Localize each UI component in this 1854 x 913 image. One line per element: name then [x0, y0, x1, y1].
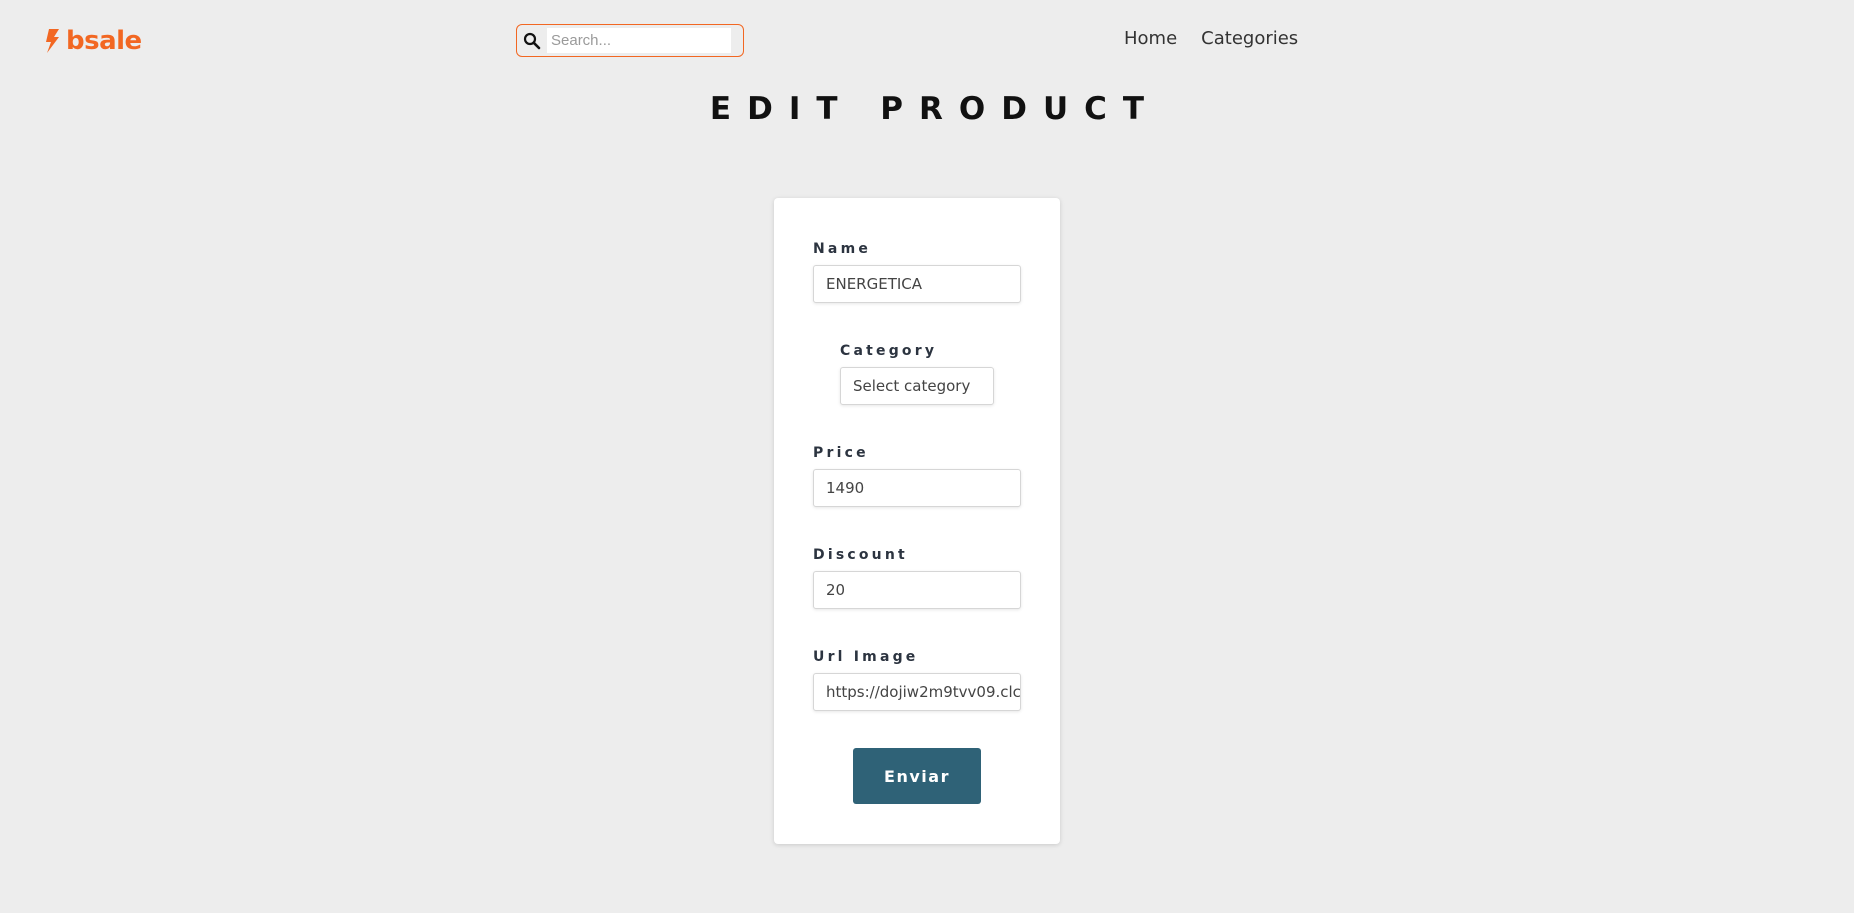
category-label: Category	[840, 343, 938, 359]
header: bsale Home Categories	[0, 0, 1854, 80]
search-icon[interactable]	[517, 25, 547, 56]
price-label: Price	[813, 445, 869, 461]
name-label: Name	[813, 241, 872, 257]
url-image-input[interactable]: https://dojiw2m9tvv09.clc	[813, 673, 1021, 711]
search-box[interactable]	[516, 24, 744, 57]
nav-home-link[interactable]: Home	[1124, 27, 1177, 51]
submit-button[interactable]: Enviar	[853, 748, 981, 804]
price-input[interactable]: 1490	[813, 469, 1021, 507]
search-input[interactable]	[547, 28, 731, 53]
url-image-label: Url Image	[813, 649, 919, 665]
discount-input[interactable]: 20	[813, 571, 1021, 609]
name-input[interactable]: ENERGETICA	[813, 265, 1021, 303]
edit-product-form: Name ENERGETICA Category Select category…	[774, 198, 1060, 844]
price-field: Price 1490	[813, 444, 1021, 507]
brand-logo[interactable]: bsale	[44, 26, 142, 56]
bsale-logo-icon	[44, 27, 62, 55]
discount-label: Discount	[813, 547, 908, 563]
name-field: Name ENERGETICA	[813, 240, 1021, 303]
discount-field: Discount 20	[813, 546, 1021, 609]
logo-text: bsale	[66, 26, 142, 56]
category-select[interactable]: Select category	[840, 367, 994, 405]
category-field: Category Select category	[840, 342, 994, 405]
url-image-field: Url Image https://dojiw2m9tvv09.clc	[813, 648, 1021, 711]
nav-categories-link[interactable]: Categories	[1201, 27, 1298, 51]
page-title: EDIT PRODUCT	[709, 91, 1161, 127]
main-nav: Home Categories	[1124, 27, 1298, 51]
